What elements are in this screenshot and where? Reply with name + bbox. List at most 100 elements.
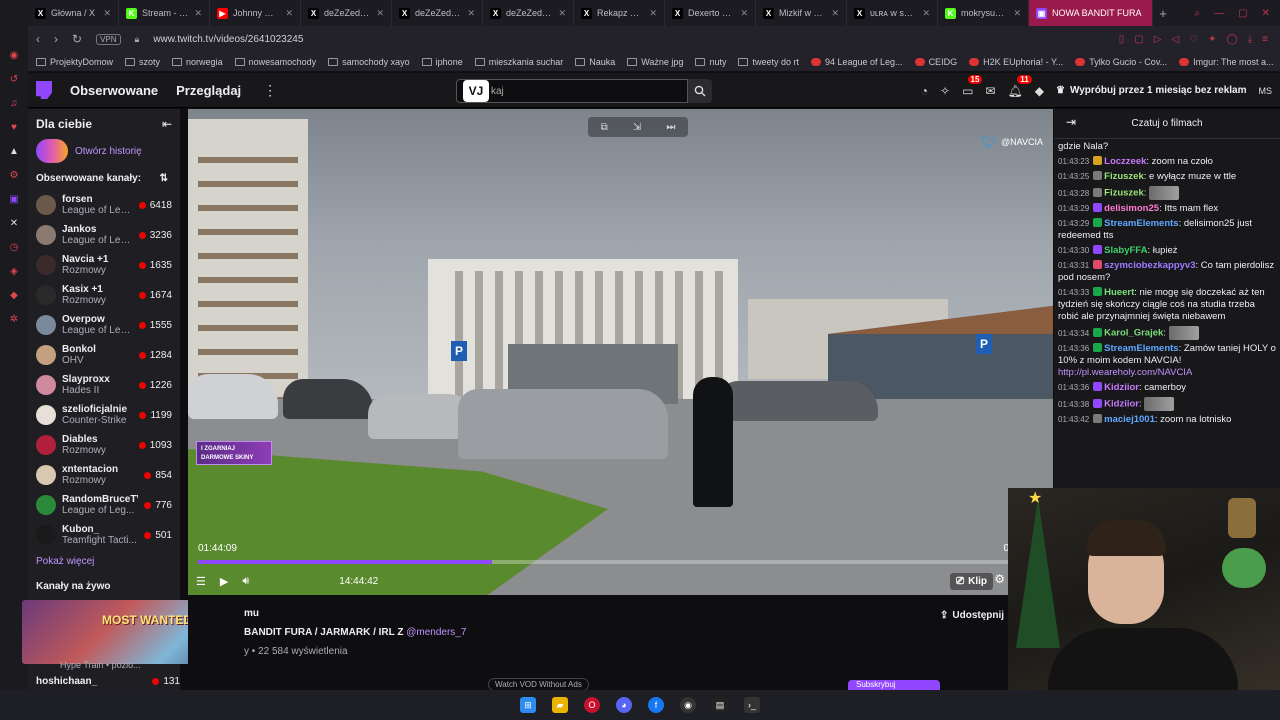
user-icon[interactable]: ◯ [1227, 34, 1238, 45]
bookmark-item[interactable]: nuty [695, 57, 726, 67]
bookmark-item[interactable]: Tylko Gucio - Cov... [1075, 57, 1167, 67]
chat-username[interactable]: Fizuszek [1104, 188, 1144, 199]
browser-tab[interactable]: ▶ Johnny Mathis ✕ [210, 0, 301, 26]
chapters-icon[interactable]: ☰ [196, 575, 206, 588]
close-tab-icon[interactable]: ✕ [194, 8, 202, 19]
bookmark-item[interactable]: iphone [421, 57, 463, 67]
vpn-badge[interactable]: VPN [96, 33, 121, 45]
open-history[interactable]: Otwórz historię [28, 137, 180, 171]
bookmark-item[interactable]: norwegia [172, 57, 223, 67]
sidebar-channel[interactable]: Jankos League of Leg... 3236 [28, 220, 180, 250]
progress-bar[interactable] [198, 560, 1015, 564]
bookmark-item[interactable]: tweety do rt [738, 57, 799, 67]
sidebar-channel[interactable]: Slayproxx Hades II 1226 [28, 370, 180, 400]
mention-link[interactable]: @menders_7 [406, 627, 466, 638]
terminal-icon[interactable]: ›_ [744, 697, 760, 713]
browser-tab[interactable]: XdeZeZed w ser ✕ [392, 0, 483, 26]
close-window-icon[interactable]: ✕ [1262, 8, 1270, 19]
close-tab-icon[interactable]: ✕ [558, 8, 566, 19]
play-icon[interactable]: ▶ [220, 575, 228, 588]
close-tab-icon[interactable]: ✕ [922, 8, 930, 19]
settings-gear-icon[interactable]: ⚙ [994, 572, 1005, 586]
notifications-icon[interactable]: 🔔︎ 11 [1008, 74, 1032, 98]
sidebar-channel[interactable]: Kasix +1 Rozmowy 1674 [28, 280, 180, 310]
bookmark-item[interactable]: ProjektyDomow [36, 57, 113, 67]
chat-username[interactable]: Loczzeek [1104, 156, 1146, 167]
sidebar-channel[interactable]: Navcia +1 Rozmowy 1635 [28, 250, 180, 280]
browser-tab[interactable]: K Stream - Kick D ✕ [119, 0, 210, 26]
nav-following[interactable]: Obserwowane [70, 83, 158, 98]
heart-icon[interactable]: ♡ [1189, 34, 1198, 45]
music-icon[interactable]: ♫ [7, 96, 21, 110]
video-player[interactable]: P P 🐦︎ @NAVCIA ⧉ ⇲ ⏭ I ZGARNIAJ DARMOWE S… [188, 109, 1053, 595]
settings-icon[interactable]: ⚙ [7, 168, 21, 182]
nav-browse[interactable]: Przeglądaj [176, 83, 241, 98]
browser-tab[interactable]: Xᴜʟʀᴀ w serwisi ✕ [847, 0, 938, 26]
sidebar-channel[interactable]: xntentacion Rozmowy 854 [28, 460, 180, 490]
windows-start-icon[interactable]: ⊞ [520, 697, 536, 713]
sort-icon[interactable]: ⇅ [160, 173, 168, 184]
sidebar-channel[interactable]: szelioficjalnie Counter-Strike 1199 [28, 400, 180, 430]
chat-username[interactable]: Fizuszek [1104, 171, 1144, 182]
bookmark-item[interactable]: Imgur: The most a... [1179, 57, 1274, 67]
chat-username[interactable]: Kidziior [1104, 399, 1139, 410]
sidebar-channel[interactable]: forsen League of Leg... 6418 [28, 190, 180, 220]
sidebar-item-last[interactable]: hoshichaan_ 131 [36, 676, 180, 687]
browser-tab[interactable]: XdeZeZed w ser ✕ [301, 0, 392, 26]
extension-icon[interactable]: ✧ [940, 84, 950, 98]
channel-name[interactable]: mu [244, 608, 259, 619]
close-tab-icon[interactable]: ✕ [103, 8, 111, 19]
menu-icon[interactable]: ≡ [1262, 34, 1268, 45]
close-tab-icon[interactable]: ✕ [285, 8, 293, 19]
opera-icon[interactable]: O [584, 697, 600, 713]
send-icon[interactable]: ▷ [1154, 34, 1162, 45]
chat-username[interactable]: Karol_Grajek [1104, 328, 1163, 339]
drops-icon[interactable]: ◔ [921, 84, 928, 98]
twitch-logo-icon[interactable] [36, 81, 52, 99]
browser-tab[interactable]: X Mizkif w serwis ✕ [756, 0, 847, 26]
clip-button[interactable]: ⎚ Klip [950, 572, 993, 590]
bookmark-item[interactable]: Nauka [575, 57, 615, 67]
user-avatar[interactable]: MS [1259, 86, 1273, 96]
sidebar-channel[interactable]: Kubon_ Teamfight Tacti... 501 [28, 520, 180, 550]
x-rail-icon[interactable]: ✕ [7, 216, 21, 230]
maximize-icon[interactable]: ▢ [1238, 8, 1247, 19]
history-icon[interactable]: ↺ [7, 72, 21, 86]
close-tab-icon[interactable]: ✕ [649, 8, 657, 19]
browser-tab[interactable]: X Rekapz w serwi ✕ [574, 0, 665, 26]
chat-link[interactable]: http://pl.weareholy.com/NAVCIA [1058, 367, 1192, 378]
app-icon[interactable]: ▤ [712, 697, 728, 713]
close-tab-icon[interactable]: ✕ [740, 8, 748, 19]
sidebar-channel[interactable]: Diables Rozmowy 1093 [28, 430, 180, 460]
sidebar-channel[interactable]: RandomBruceTV League of Leg... 776 [28, 490, 180, 520]
sidebar-channel[interactable]: Overpow League of Leg... 1555 [28, 310, 180, 340]
browser-tab[interactable]: X Główna / X ✕ [28, 0, 119, 26]
facebook-icon[interactable]: f [648, 697, 664, 713]
chat-username[interactable]: szymciobezkappyv3 [1104, 260, 1195, 271]
shield-icon[interactable]: ◆ [7, 288, 21, 302]
browser-tab[interactable]: Kmokrysuchar St ✕ [938, 0, 1029, 26]
popout-icon[interactable]: ⇲ [633, 122, 641, 133]
more-icon[interactable]: ⋮ [263, 82, 277, 99]
volume-icon[interactable]: 🔊︎ [242, 575, 249, 588]
browser-tab[interactable]: XdeZeZed w ser ✕ [483, 0, 574, 26]
screenshot-icon[interactable]: ▢ [1134, 34, 1143, 45]
chat-username[interactable]: StreamElements [1104, 218, 1178, 229]
pip-icon[interactable]: ⧉ [601, 122, 608, 133]
skip-icon[interactable]: ⏭ [666, 122, 675, 133]
sidebar-channel[interactable]: Bonkol OHV 1284 [28, 340, 180, 370]
collapse-sidebar-icon[interactable]: ⇤ [162, 117, 172, 131]
file-explorer-icon[interactable]: ▰ [552, 697, 568, 713]
whispers-icon[interactable]: ✉ [985, 84, 995, 98]
reload-icon[interactable]: ↻ [72, 32, 82, 46]
ad-free-promo[interactable]: ♛ Wypróbuj przez 1 miesiąc bez reklam [1056, 85, 1247, 96]
bookmark-item[interactable]: CEIDG [914, 57, 957, 67]
url-field[interactable]: www.twitch.tv/videos/2641023245 [153, 34, 303, 45]
bookmark-item[interactable]: szoty [125, 57, 160, 67]
messenger-icon[interactable]: ◉ [7, 48, 21, 62]
twitch-rail-icon[interactable]: ▣ [7, 192, 21, 206]
bookmark-item[interactable]: mieszkania suchar [474, 57, 563, 67]
forward-icon[interactable]: › [54, 32, 58, 46]
chat-username[interactable]: delisimon25 [1104, 203, 1159, 214]
collapse-chat-icon[interactable]: ⇥ [1066, 115, 1076, 129]
